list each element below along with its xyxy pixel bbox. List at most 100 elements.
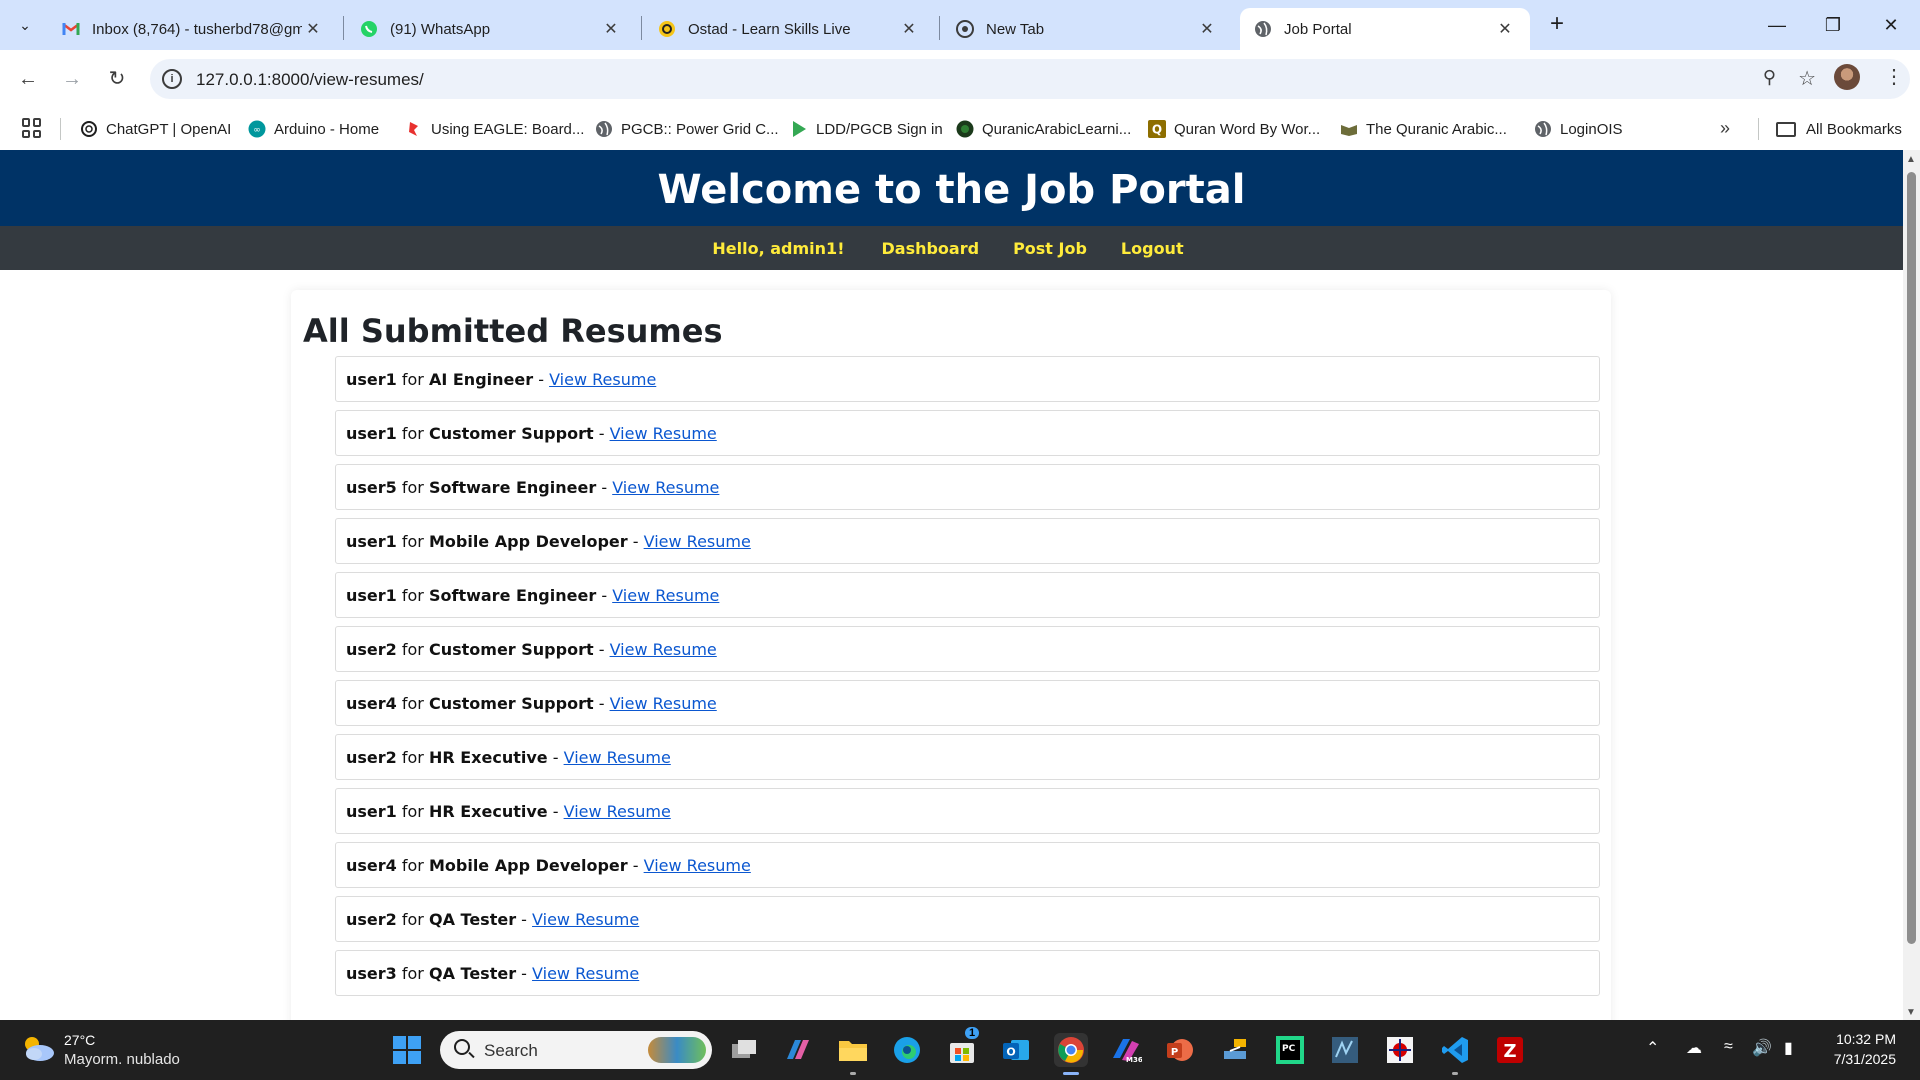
nav-dashboard-link[interactable]: Dashboard: [881, 239, 979, 258]
pycharm-icon[interactable]: PC: [1273, 1033, 1307, 1067]
outlook-icon[interactable]: O: [999, 1033, 1033, 1067]
reload-icon[interactable]: ↻: [102, 64, 132, 94]
job-title: Customer Support: [428, 423, 594, 443]
tab-job-portal[interactable]: Job Portal ✕: [1240, 8, 1530, 50]
file-explorer-icon[interactable]: [836, 1033, 870, 1067]
all-bookmarks-label: All Bookmarks: [1806, 120, 1902, 138]
scrollbar-thumb[interactable]: [1907, 172, 1916, 944]
tab-ostad[interactable]: Ostad - Learn Skills Live ✕: [644, 8, 934, 50]
applicant-username: user1: [346, 801, 397, 821]
new-tab-plus-icon[interactable]: +: [1542, 10, 1572, 40]
bookmark-quranic-arabic-learning[interactable]: QuranicArabicLearni...: [956, 114, 1131, 144]
view-resume-link[interactable]: View Resume: [612, 586, 719, 605]
address-bar[interactable]: i 127.0.0.1:8000/view-resumes/ ⚲ ☆: [150, 59, 1910, 99]
scroll-down-arrow-icon[interactable]: ▼: [1906, 1007, 1916, 1018]
edge-icon[interactable]: [890, 1033, 924, 1067]
close-tab-icon[interactable]: ✕: [1196, 19, 1218, 39]
kebab-menu-icon[interactable]: ⋮: [1884, 64, 1904, 89]
view-resume-link[interactable]: View Resume: [532, 964, 639, 983]
filezilla-icon[interactable]: Z: [1493, 1033, 1527, 1067]
bookmark-quran-word-by-word[interactable]: Q Quran Word By Wor...: [1148, 114, 1320, 144]
mysql-workbench-icon[interactable]: [1328, 1033, 1362, 1067]
restore-icon[interactable]: ❐: [1808, 8, 1858, 42]
close-tab-icon[interactable]: ✕: [600, 19, 622, 39]
taskbar-search-box[interactable]: Search: [440, 1031, 712, 1069]
resume-list-item: user4 for Customer Support - View Resume: [335, 680, 1600, 726]
page-scrollbar[interactable]: ▲ ▼: [1903, 150, 1920, 1020]
url-text[interactable]: 127.0.0.1:8000/view-resumes/: [196, 70, 424, 90]
close-tab-icon[interactable]: ✕: [898, 19, 920, 39]
view-resume-link[interactable]: View Resume: [612, 478, 719, 497]
m365-icon[interactable]: M365: [1109, 1033, 1143, 1067]
onedrive-cloud-icon[interactable]: ☁: [1686, 1038, 1702, 1058]
tab-divider: [939, 16, 940, 40]
tab-gmail[interactable]: Inbox (8,764) - tusherbd78@gm ✕: [48, 8, 338, 50]
tab-search-chevron-icon[interactable]: ⌄: [10, 10, 40, 40]
view-resume-link[interactable]: View Resume: [532, 910, 639, 929]
running-indicator: [850, 1072, 856, 1075]
view-resume-link[interactable]: View Resume: [549, 370, 656, 389]
resume-list-item: user1 for Customer Support - View Resume: [335, 410, 1600, 456]
bookmark-arduino[interactable]: ∞ Arduino - Home: [248, 114, 379, 144]
eagle-icon: [405, 120, 423, 138]
bookmark-label: LoginOIS: [1560, 120, 1623, 138]
battery-icon[interactable]: ▮: [1784, 1038, 1793, 1058]
forward-arrow-icon[interactable]: →: [57, 64, 87, 94]
windows-start-icon[interactable]: [390, 1033, 424, 1067]
view-resume-link[interactable]: View Resume: [610, 424, 717, 443]
bookmark-star-icon[interactable]: ☆: [1798, 66, 1816, 91]
bookmark-ldd-pgcb[interactable]: LDD/PGCB Sign in: [790, 114, 943, 144]
search-icon: [454, 1039, 470, 1055]
zoom-magnifier-icon[interactable]: ⚲: [1763, 67, 1776, 88]
job-title: AI Engineer: [428, 369, 534, 389]
clock-time[interactable]: 10:32 PM: [1828, 1031, 1896, 1047]
bookmark-chatgpt[interactable]: ChatGPT | OpenAI: [80, 114, 231, 144]
view-resume-link[interactable]: View Resume: [610, 640, 717, 659]
tray-overflow-chevron-icon[interactable]: ⌃: [1646, 1038, 1659, 1058]
back-arrow-icon[interactable]: ←: [13, 64, 43, 94]
tab-whatsapp[interactable]: (91) WhatsApp ✕: [346, 8, 636, 50]
profile-avatar[interactable]: [1834, 64, 1860, 90]
view-resume-link[interactable]: View Resume: [564, 748, 671, 767]
nav-logout-link[interactable]: Logout: [1121, 239, 1184, 258]
all-bookmarks-button[interactable]: All Bookmarks: [1776, 114, 1902, 144]
view-resume-link[interactable]: View Resume: [610, 694, 717, 713]
applicant-username: user4: [346, 855, 397, 875]
vscode-icon[interactable]: [1438, 1033, 1472, 1067]
tab-new-tab[interactable]: New Tab ✕: [942, 8, 1232, 50]
close-tab-icon[interactable]: ✕: [1494, 19, 1516, 39]
minimize-icon[interactable]: —: [1752, 8, 1802, 42]
site-info-icon[interactable]: i: [162, 69, 182, 89]
bookmark-pgcb[interactable]: PGCB:: Power Grid C...: [595, 114, 779, 144]
weather-temperature[interactable]: 27°C: [64, 1032, 95, 1048]
view-resume-link[interactable]: View Resume: [644, 856, 751, 875]
bookmark-the-quranic-arabic[interactable]: The Quranic Arabic...: [1340, 114, 1507, 144]
arduino-icon: ∞: [248, 120, 266, 138]
weather-description[interactable]: Mayorm. nublado: [64, 1051, 180, 1068]
clock-date[interactable]: 7/31/2025: [1818, 1051, 1896, 1067]
chrome-taskbar-icon[interactable]: [1054, 1033, 1088, 1067]
job-title: HR Executive: [428, 747, 548, 767]
close-tab-icon[interactable]: ✕: [302, 19, 324, 39]
diagram-tool-icon[interactable]: [1383, 1033, 1417, 1067]
applicant-username: user2: [346, 639, 397, 659]
bookmark-loginois[interactable]: LoginOIS: [1534, 114, 1623, 144]
powerpoint-icon[interactable]: P: [1163, 1033, 1197, 1067]
copilot-icon[interactable]: [781, 1033, 815, 1067]
apps-grid-icon[interactable]: [22, 118, 42, 138]
gmail-icon: [62, 20, 80, 38]
microsoft-store-icon[interactable]: 1: [945, 1027, 980, 1067]
network-tool-icon[interactable]: [1218, 1033, 1252, 1067]
task-view-icon[interactable]: [727, 1033, 761, 1067]
scroll-up-arrow-icon[interactable]: ▲: [1906, 154, 1916, 165]
wifi-icon[interactable]: ≈: [1724, 1038, 1733, 1056]
volume-icon[interactable]: 🔊: [1752, 1038, 1772, 1058]
more-bookmarks-chevron-icon[interactable]: »: [1720, 118, 1730, 139]
bookmark-eagle[interactable]: Using EAGLE: Board...: [405, 114, 584, 144]
view-resume-link[interactable]: View Resume: [644, 532, 751, 551]
weather-cloud-icon[interactable]: [20, 1032, 56, 1064]
close-window-icon[interactable]: ✕: [1866, 8, 1916, 42]
bookmark-label: The Quranic Arabic...: [1366, 120, 1507, 138]
view-resume-link[interactable]: View Resume: [564, 802, 671, 821]
nav-post-job-link[interactable]: Post Job: [1013, 239, 1087, 258]
